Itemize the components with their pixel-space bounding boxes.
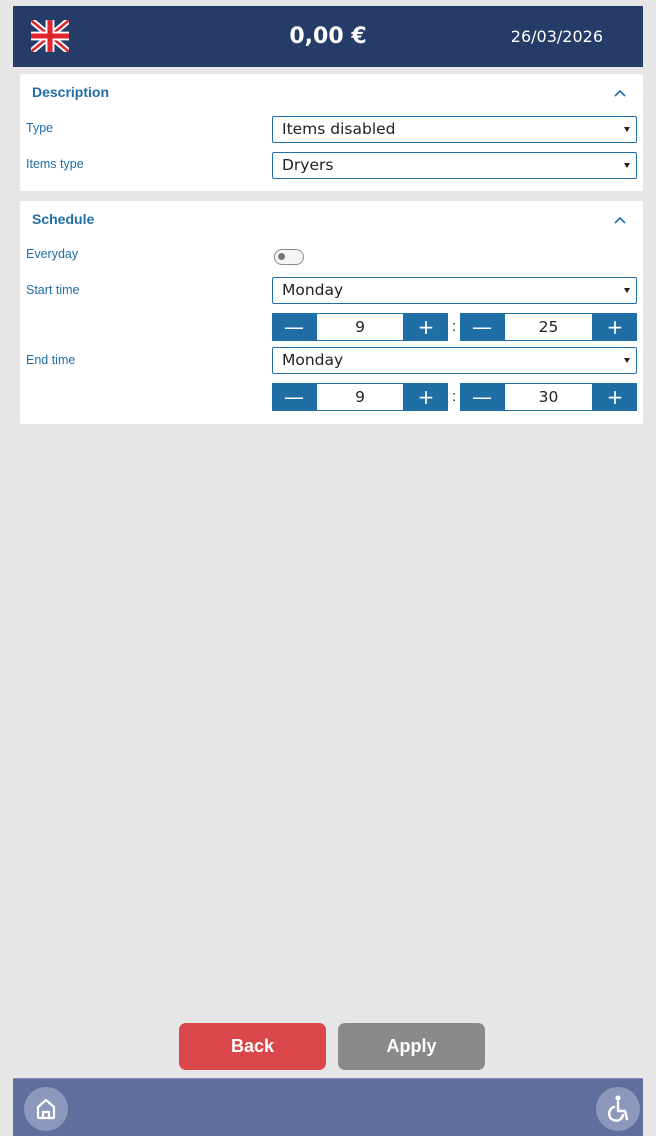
start-minute-plus-button[interactable]: + (593, 313, 637, 341)
type-select-value: Items disabled (282, 120, 396, 138)
everyday-toggle[interactable] (274, 249, 304, 265)
home-icon (36, 1098, 56, 1120)
start-day-select[interactable]: Monday (272, 277, 637, 304)
description-title: Description (32, 84, 110, 100)
end-day-select[interactable]: Monday (272, 347, 637, 374)
description-card: Description Type Items disabled Items ty… (20, 74, 643, 191)
apply-button[interactable]: Apply (338, 1023, 485, 1070)
accessibility-button[interactable] (596, 1087, 640, 1131)
schedule-card: Schedule Everyday Start time Monday — 9 … (20, 201, 643, 424)
top-bar: 0,00 € 26/03/2026 (13, 6, 643, 67)
start-hour-value[interactable]: 9 (316, 313, 404, 341)
start-hour-minus-button[interactable]: — (272, 313, 316, 341)
items-type-label: Items type (26, 157, 84, 171)
start-day-value: Monday (282, 281, 344, 299)
type-select[interactable]: Items disabled (272, 116, 637, 143)
accessibility-icon (607, 1095, 629, 1122)
caret-down-icon (624, 288, 630, 293)
end-time-label: End time (26, 353, 76, 367)
type-label: Type (26, 121, 54, 135)
caret-down-icon (624, 127, 630, 132)
start-hour-plus-button[interactable]: + (404, 313, 448, 341)
chevron-up-icon[interactable] (613, 215, 627, 225)
time-separator: : (452, 318, 457, 335)
items-type-select-value: Dryers (282, 156, 334, 174)
everyday-label: Everyday (26, 247, 79, 261)
schedule-title: Schedule (32, 211, 95, 227)
end-hour-plus-button[interactable]: + (404, 383, 448, 411)
start-time-stepper: — 9 + : — 25 + (272, 313, 637, 341)
toggle-knob (278, 253, 285, 260)
time-separator: : (452, 388, 457, 405)
end-minute-value[interactable]: 30 (504, 383, 593, 411)
caret-down-icon (624, 163, 630, 168)
end-time-stepper: — 9 + : — 30 + (272, 383, 637, 411)
caret-down-icon (624, 358, 630, 363)
home-button[interactable] (24, 1087, 68, 1131)
start-minute-value[interactable]: 25 (504, 313, 593, 341)
bottom-bar (13, 1078, 643, 1136)
start-minute-minus-button[interactable]: — (460, 313, 504, 341)
end-day-value: Monday (282, 351, 344, 369)
end-minute-minus-button[interactable]: — (460, 383, 504, 411)
date: 26/03/2026 (510, 27, 603, 46)
end-hour-value[interactable]: 9 (316, 383, 404, 411)
chevron-up-icon[interactable] (613, 88, 627, 98)
end-minute-plus-button[interactable]: + (593, 383, 637, 411)
items-type-select[interactable]: Dryers (272, 152, 637, 179)
start-time-label: Start time (26, 283, 80, 297)
end-hour-minus-button[interactable]: — (272, 383, 316, 411)
back-button[interactable]: Back (179, 1023, 326, 1070)
